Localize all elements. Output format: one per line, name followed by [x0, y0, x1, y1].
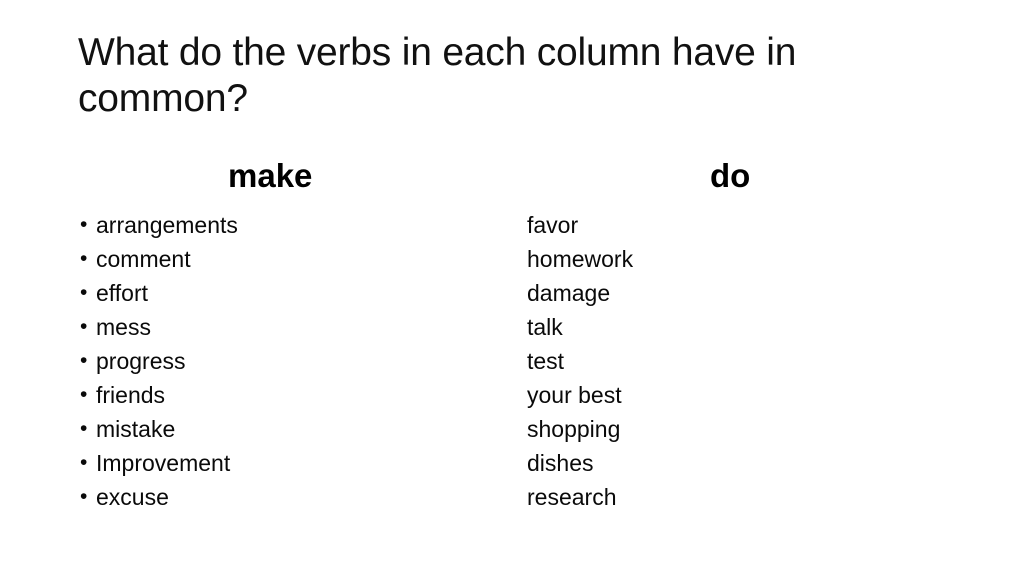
bullet-icon: •: [80, 485, 88, 508]
word-column-make: • arrangements • comment • effort • mess…: [78, 208, 478, 514]
bullet-icon: •: [80, 281, 88, 304]
column-header-do: do: [710, 157, 751, 194]
list-item-label: dishes: [527, 450, 594, 476]
list-item: • effort: [78, 276, 478, 310]
list-item-label: test: [527, 348, 565, 374]
bullet-icon: •: [80, 247, 88, 270]
list-item: • excuse: [78, 480, 478, 514]
list-item: damage: [527, 276, 927, 310]
bullet-icon: •: [80, 213, 88, 236]
list-item-label: your best: [527, 382, 622, 408]
slide: What do the verbs in each column have in…: [0, 0, 1024, 576]
bullet-icon: •: [80, 417, 88, 440]
list-item: • friends: [78, 378, 478, 412]
list-item: test: [527, 344, 927, 378]
bullet-icon: •: [80, 315, 88, 338]
word-column-do: favor homework damage talk test your bes…: [527, 208, 927, 514]
list-item-label: talk: [527, 314, 563, 340]
slide-title: What do the verbs in each column have in…: [78, 31, 807, 120]
list-item-label: shopping: [527, 416, 621, 442]
bullet-icon: •: [80, 349, 88, 372]
list-item: • Improvement: [78, 446, 478, 480]
list-item-label: homework: [527, 246, 634, 272]
column-header-make: make: [228, 157, 313, 194]
list-item-label: arrangements: [96, 212, 238, 238]
list-item: • mess: [78, 310, 478, 344]
list-item-label: excuse: [96, 484, 169, 510]
list-item: • arrangements: [78, 208, 478, 242]
list-item-label: mistake: [96, 416, 176, 442]
list-item-label: effort: [96, 280, 148, 306]
list-item-label: comment: [96, 246, 191, 272]
list-item-label: mess: [96, 314, 151, 340]
list-item: dishes: [527, 446, 927, 480]
list-item: research: [527, 480, 927, 514]
list-item-label: research: [527, 484, 617, 510]
list-item: • comment: [78, 242, 478, 276]
list-item-label: friends: [96, 382, 166, 408]
column-headers: make do: [78, 155, 958, 201]
list-item: favor: [527, 208, 927, 242]
list-item: • mistake: [78, 412, 478, 446]
list-item: your best: [527, 378, 927, 412]
list-item-label: progress: [96, 348, 186, 374]
list-item-label: favor: [527, 212, 579, 238]
bullet-icon: •: [80, 383, 88, 406]
list-item: talk: [527, 310, 927, 344]
list-item: homework: [527, 242, 927, 276]
list-item: • progress: [78, 344, 478, 378]
list-item-label: damage: [527, 280, 611, 306]
list-item: shopping: [527, 412, 927, 446]
bullet-icon: •: [80, 451, 88, 474]
list-item-label: Improvement: [96, 450, 231, 476]
